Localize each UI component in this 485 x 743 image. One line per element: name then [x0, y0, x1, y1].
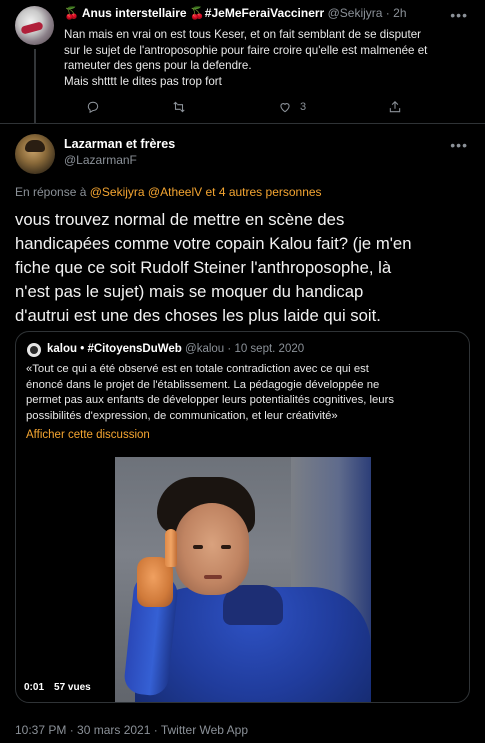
reply-tweet[interactable]: 🍒 Anus interstellaire 🍒#JeMeFeraiVaccine…: [0, 0, 485, 123]
more-options-icon[interactable]: •••: [450, 137, 468, 153]
separator-dot: ·: [385, 6, 390, 20]
tweet-text-line: Nan mais en vrai on est tous Keser, et o…: [64, 28, 422, 41]
quoted-tweet-text: «Tout ce qui a été observé est en totale…: [26, 362, 466, 424]
share-button[interactable]: [388, 99, 402, 115]
tweet-text-line: sur le sujet de l'antroposophie pour fai…: [64, 43, 428, 57]
retweet-button[interactable]: [172, 99, 186, 115]
tweet-time[interactable]: 2h: [393, 6, 406, 20]
avatar[interactable]: [15, 134, 55, 174]
like-icon: [280, 103, 290, 113]
tweet-text-line: d'autrui est une des choses les plus lai…: [15, 306, 381, 325]
replying-prefix: En réponse à: [15, 185, 87, 199]
replying-mentions-link[interactable]: @Sekijyra @AtheelV: [90, 185, 202, 199]
more-options-icon[interactable]: •••: [450, 7, 468, 23]
author-name[interactable]: Lazarman et frères: [64, 137, 175, 151]
author-handle[interactable]: @LazarmanF: [64, 153, 137, 167]
share-icon: [389, 101, 401, 113]
video-person-mouth: [204, 575, 222, 579]
reply-button[interactable]: [86, 99, 100, 115]
tweet-actions: 3: [64, 99, 424, 117]
avatar[interactable]: [15, 6, 54, 45]
tweet-text-line: énoncé dans le projet de l'établissement…: [26, 378, 380, 391]
tweet-text-line: Mais shtttt le dites pas trop fort: [64, 74, 222, 88]
video-person-eye: [193, 545, 203, 549]
separator-dot: ·: [227, 343, 232, 355]
tweet-text-line: fiche que ce soit Rudolf Steiner l'anthr…: [15, 258, 392, 277]
thread-connector-line: [34, 49, 36, 123]
video-thumbnail[interactable]: [115, 457, 371, 702]
author-handle: @kalou: [185, 343, 225, 355]
tweet-text: vous trouvez normal de mettre en scène d…: [15, 208, 475, 328]
tweet-timestamp-footer[interactable]: 10:37 PM · 30 mars 2021 · Twitter Web Ap…: [15, 723, 248, 737]
retweet-icon: [173, 101, 185, 113]
video-person-eye: [221, 545, 231, 549]
avatar: [27, 343, 41, 357]
video-views: 57 vues: [54, 682, 91, 693]
divider: [0, 123, 485, 124]
author-handle[interactable]: @Sekijyra: [328, 6, 383, 20]
like-button[interactable]: 3: [278, 99, 306, 115]
quoted-tweet-header: kalou • #CitoyensDuWeb @kalou · 10 sept.…: [47, 343, 304, 355]
replying-to: En réponse à @Sekijyra @AtheelV et 4 aut…: [15, 185, 322, 199]
tweet-text-line: permet pas aux enfants de développer leu…: [26, 394, 394, 406]
video-time: 0:01: [24, 682, 45, 693]
reply-icon: [87, 101, 99, 114]
tweet-text-line: handicapées comme votre copain Kalou fai…: [15, 234, 412, 253]
video-person-finger: [165, 529, 177, 567]
reply-tweet-header: 🍒 Anus interstellaire 🍒#JeMeFeraiVaccine…: [64, 6, 407, 20]
tweet-text-line: possibilités d'expression, de communicat…: [26, 409, 338, 422]
video-person-face: [175, 503, 249, 595]
show-thread-link[interactable]: Afficher cette discussion: [26, 429, 150, 441]
tweet-thread-page: 🍒 Anus interstellaire 🍒#JeMeFeraiVaccine…: [0, 0, 485, 743]
tweet-text-line: n'est pas le sujet) mais se moquer du ha…: [15, 282, 364, 301]
quoted-tweet[interactable]: kalou • #CitoyensDuWeb @kalou · 10 sept.…: [15, 331, 470, 703]
tweet-date: 10 sept. 2020: [234, 343, 305, 355]
video-person-collar: [223, 585, 283, 625]
video-badge: 0:01 57 vues: [24, 682, 91, 693]
tweet-text-line: vous trouvez normal de mettre en scène d…: [15, 210, 345, 229]
tweet-text-line: «Tout ce qui a été observé est en totale…: [26, 363, 369, 375]
replying-others-link[interactable]: et 4 autres personnes: [205, 185, 321, 199]
author-name[interactable]: 🍒 Anus interstellaire 🍒#JeMeFeraiVaccine…: [64, 6, 324, 20]
author-name: kalou • #CitoyensDuWeb: [47, 343, 182, 355]
tweet-text-line: rameuter des gens pour la defendre.: [64, 59, 252, 72]
like-count: 3: [300, 101, 307, 113]
tweet-text: Nan mais en vrai on est tous Keser, et o…: [64, 27, 474, 89]
